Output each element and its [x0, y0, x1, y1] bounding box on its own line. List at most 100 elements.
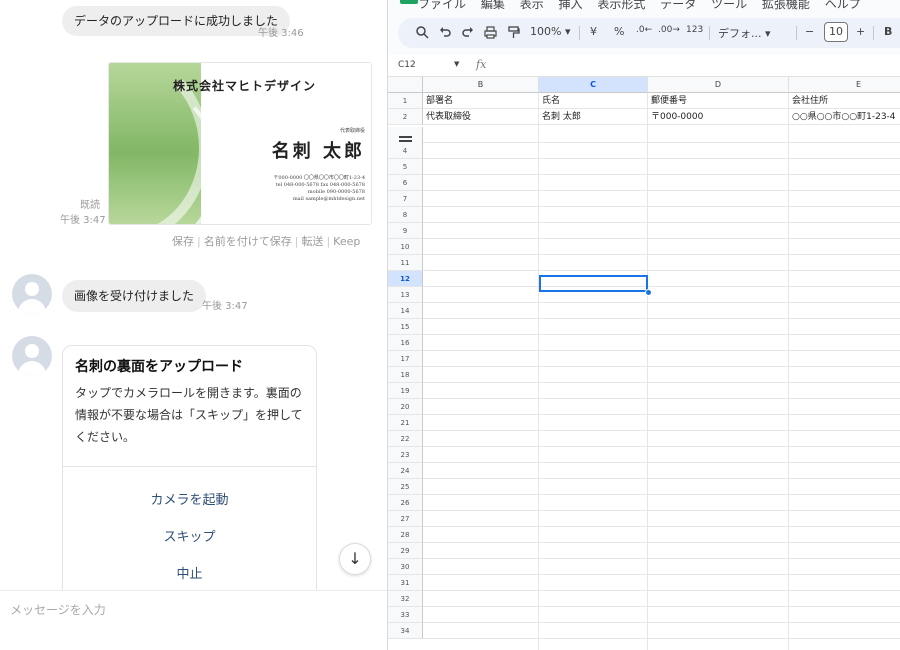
- increase-decimal-button[interactable]: .00→: [658, 25, 680, 35]
- row-header-8[interactable]: 8: [388, 207, 423, 223]
- row-header-33[interactable]: 33: [388, 607, 423, 623]
- paint-format-icon[interactable]: [507, 26, 520, 39]
- message-bar: [0, 590, 387, 650]
- business-card-image[interactable]: 株式会社マヒトデザイン 代表取締役 名刺 太郎 〒000-0000 〇〇県〇〇市…: [108, 62, 372, 225]
- row-divider: [423, 494, 900, 495]
- font-select[interactable]: デフォ... ▾: [718, 25, 771, 41]
- row-divider: [423, 286, 900, 287]
- decrease-decimal-button[interactable]: .0←: [636, 25, 652, 35]
- save-link[interactable]: 保存: [172, 235, 194, 248]
- currency-format-button[interactable]: ¥: [590, 25, 597, 38]
- row-header-6[interactable]: 6: [388, 175, 423, 191]
- row-header-9[interactable]: 9: [388, 223, 423, 239]
- cell-d1[interactable]: 郵便番号: [648, 93, 789, 109]
- row-header-28[interactable]: 28: [388, 527, 423, 543]
- bot-avatar[interactable]: [12, 336, 52, 376]
- cell-b1[interactable]: 部署名: [423, 93, 539, 109]
- menu-help[interactable]: ヘルプ: [825, 0, 861, 11]
- selected-cell-c12[interactable]: [539, 275, 648, 292]
- menu-tools[interactable]: ツール: [711, 0, 747, 11]
- row-header-21[interactable]: 21: [388, 415, 423, 431]
- card-mobile: mobile 090-0000-5678: [307, 189, 365, 195]
- skip-button[interactable]: スキップ: [63, 526, 316, 545]
- row-header-16[interactable]: 16: [388, 335, 423, 351]
- row-header-30[interactable]: 30: [388, 559, 423, 575]
- card-mail: mail sample@mhtdesign.net: [292, 196, 365, 202]
- name-box[interactable]: C12: [398, 60, 416, 70]
- forward-link[interactable]: 転送: [301, 235, 323, 248]
- row-header-1[interactable]: 1: [388, 93, 423, 109]
- percent-format-button[interactable]: %: [614, 25, 624, 38]
- menu-data[interactable]: データ: [660, 0, 696, 11]
- toolbar: 100% ▾ ¥ % .0← .00→ 123 デフォ... ▾ − 10 + …: [398, 18, 900, 48]
- font-size-decrease-button[interactable]: −: [805, 25, 814, 38]
- launch-camera-button[interactable]: カメラを起動: [63, 489, 316, 508]
- row-divider: [423, 254, 900, 255]
- cell-b2[interactable]: 代表取締役: [423, 109, 539, 125]
- select-all-corner[interactable]: [388, 77, 423, 93]
- search-icon[interactable]: [416, 26, 429, 39]
- row-header-12[interactable]: 12: [388, 271, 423, 287]
- row-header-14[interactable]: 14: [388, 303, 423, 319]
- row-header-2[interactable]: 2: [388, 109, 423, 125]
- row-header-17[interactable]: 17: [388, 351, 423, 367]
- save-as-link[interactable]: 名前を付けて保存: [204, 235, 292, 248]
- row-header-24[interactable]: 24: [388, 463, 423, 479]
- menu-edit[interactable]: 編集: [481, 0, 505, 11]
- menu-format[interactable]: 表示形式: [597, 0, 645, 11]
- cell-d2[interactable]: 〒000-0000: [648, 109, 789, 125]
- cell-e2[interactable]: ○○県○○市○○町1-23-4: [789, 109, 900, 125]
- sheet-grid[interactable]: BCDE 12345678910111213141516171819202122…: [388, 77, 900, 650]
- column-header-c[interactable]: C: [539, 77, 648, 93]
- row-header-15[interactable]: 15: [388, 319, 423, 335]
- row-header-5[interactable]: 5: [388, 159, 423, 175]
- row-header-26[interactable]: 26: [388, 495, 423, 511]
- cell-e1[interactable]: 会社住所: [789, 93, 900, 109]
- row-header-11[interactable]: 11: [388, 255, 423, 271]
- row-header-13[interactable]: 13: [388, 287, 423, 303]
- row-divider: [423, 638, 900, 639]
- bot-avatar[interactable]: [12, 274, 52, 314]
- name-box-caret-icon[interactable]: ▼: [454, 60, 459, 68]
- redo-icon[interactable]: [461, 26, 474, 39]
- number-format-button[interactable]: 123: [686, 25, 703, 35]
- menu-insert[interactable]: 挿入: [559, 0, 583, 11]
- font-size-increase-button[interactable]: +: [856, 25, 865, 38]
- row-header-7[interactable]: 7: [388, 191, 423, 207]
- message-input[interactable]: [10, 603, 370, 617]
- menu-view[interactable]: 表示: [520, 0, 544, 11]
- row-header-23[interactable]: 23: [388, 447, 423, 463]
- sheets-logo-icon[interactable]: [400, 0, 418, 4]
- zoom-select[interactable]: 100% ▾: [530, 25, 570, 38]
- row-header-29[interactable]: 29: [388, 543, 423, 559]
- cell-c1[interactable]: 氏名: [539, 93, 648, 109]
- row-divider: [423, 142, 900, 143]
- bold-button[interactable]: B: [884, 25, 892, 38]
- row-header-34[interactable]: 34: [388, 623, 423, 639]
- row-header-27[interactable]: 27: [388, 511, 423, 527]
- row-header-10[interactable]: 10: [388, 239, 423, 255]
- row-header-19[interactable]: 19: [388, 383, 423, 399]
- freeze-handle-icon[interactable]: [388, 129, 423, 147]
- row-header-22[interactable]: 22: [388, 431, 423, 447]
- fill-handle[interactable]: [645, 289, 652, 296]
- chat-bubble-image-received: 画像を受け付けました: [62, 280, 207, 312]
- row-header-20[interactable]: 20: [388, 399, 423, 415]
- cancel-button[interactable]: 中止: [63, 563, 316, 582]
- menu-file[interactable]: ファイル: [418, 0, 466, 11]
- scroll-down-button[interactable]: ↓: [339, 543, 371, 575]
- message-time: 午後 3:46: [258, 28, 304, 39]
- keep-link[interactable]: Keep: [333, 235, 360, 248]
- column-header-e[interactable]: E: [789, 77, 900, 93]
- row-header-25[interactable]: 25: [388, 479, 423, 495]
- row-header-18[interactable]: 18: [388, 367, 423, 383]
- row-header-32[interactable]: 32: [388, 591, 423, 607]
- column-header-d[interactable]: D: [648, 77, 789, 93]
- undo-icon[interactable]: [439, 26, 452, 39]
- menu-extensions[interactable]: 拡張機能: [762, 0, 810, 11]
- row-header-31[interactable]: 31: [388, 575, 423, 591]
- cell-c2[interactable]: 名刺 太郎: [539, 109, 648, 125]
- print-icon[interactable]: [484, 26, 497, 39]
- font-size-input[interactable]: 10: [824, 22, 848, 42]
- column-header-b[interactable]: B: [423, 77, 539, 93]
